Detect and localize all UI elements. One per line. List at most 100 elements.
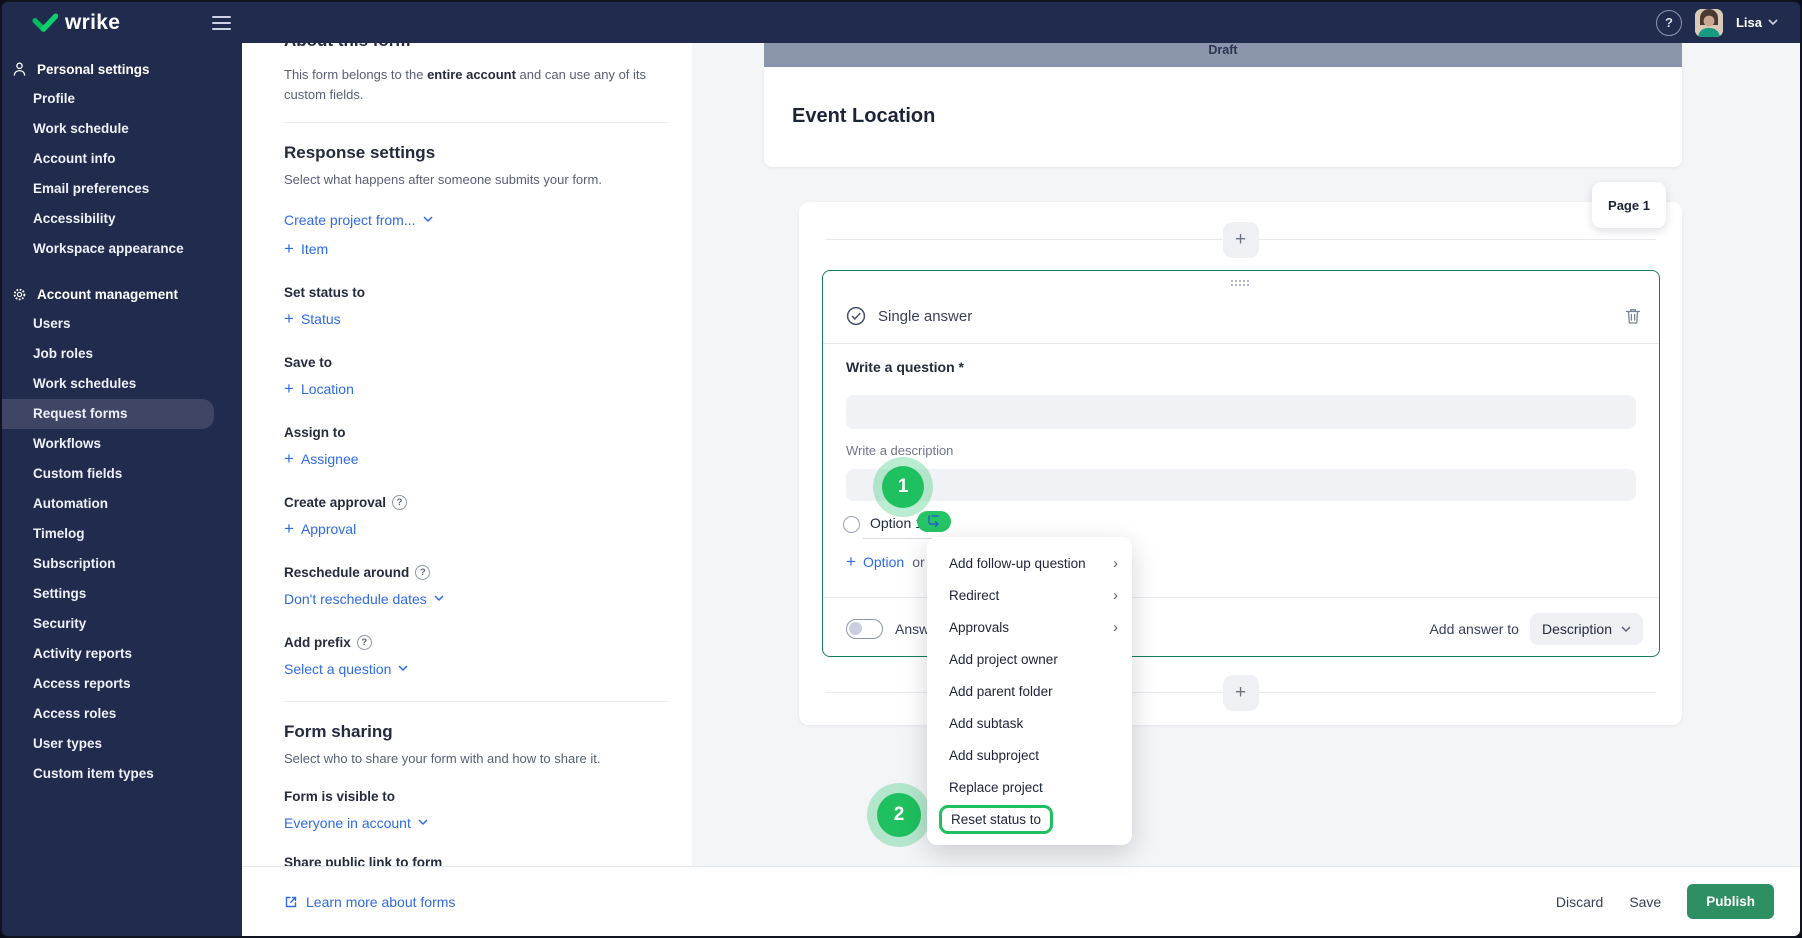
add-question-button-bottom[interactable]: +	[1222, 675, 1259, 711]
trash-icon[interactable]	[1625, 307, 1641, 325]
chevron-down-icon	[418, 819, 428, 826]
form-title[interactable]: Event Location	[792, 105, 935, 128]
external-link-icon	[285, 896, 297, 907]
sidebar-section-account-management[interactable]: Account management	[2, 280, 242, 309]
sidebar-item-work-schedules[interactable]: Work schedules	[2, 369, 242, 399]
chevron-down-icon	[1621, 625, 1631, 632]
user-name: Lisa	[1735, 15, 1762, 30]
add-assignee-link[interactable]: + Assignee	[284, 448, 359, 468]
add-option-link[interactable]: + Option	[846, 552, 904, 572]
sidebar-item-work-schedule[interactable]: Work schedule	[2, 114, 242, 144]
sidebar-section-personal-settings[interactable]: Personal settings	[2, 54, 242, 84]
draft-status-tab[interactable]: Draft	[764, 43, 1682, 67]
plus-icon: +	[284, 378, 294, 398]
menu-item-add-project-owner[interactable]: Add project owner	[927, 643, 1132, 675]
plus-icon: +	[284, 448, 294, 468]
hamburger-menu-icon[interactable]	[212, 16, 231, 30]
chevron-down-icon	[398, 665, 408, 672]
help-icon[interactable]: ?	[356, 634, 372, 650]
help-icon[interactable]: ?	[1655, 9, 1682, 36]
visible-to-dropdown[interactable]: Everyone in account	[284, 815, 428, 831]
discard-button[interactable]: Discard	[1556, 894, 1603, 910]
help-icon[interactable]: ?	[392, 494, 408, 510]
sidebar-item-job-roles[interactable]: Job roles	[2, 339, 242, 369]
page-tab[interactable]: Page 1	[1592, 182, 1666, 228]
add-answer-to-label: Add answer to	[1429, 621, 1519, 637]
sidebar-item-accessibility[interactable]: Accessibility	[2, 204, 242, 234]
add-status-link[interactable]: + Status	[284, 308, 341, 328]
menu-item-replace-project[interactable]: Replace project	[927, 771, 1132, 803]
sidebar-item-workspace-appearance[interactable]: Workspace appearance	[2, 234, 242, 264]
gear-icon	[11, 287, 28, 302]
sidebar-item-security[interactable]: Security	[2, 609, 242, 639]
sidebar-item-users[interactable]: Users	[2, 309, 242, 339]
save-to-label: Save to	[284, 354, 333, 370]
menu-item-redirect[interactable]: Redirect ›	[927, 579, 1132, 611]
divider	[284, 700, 668, 702]
sidebar-item-user-types[interactable]: User types	[2, 729, 242, 759]
menu-item-reset-status-to[interactable]: Reset status to	[927, 803, 1132, 835]
question-field-label: Write a question *	[846, 359, 964, 375]
sidebar-item-access-reports[interactable]: Access reports	[2, 669, 242, 699]
sidebar-item-workflows[interactable]: Workflows	[2, 429, 242, 459]
answers-required-toggle[interactable]	[846, 619, 883, 639]
learn-more-link[interactable]: Learn more about forms	[284, 894, 455, 910]
drag-handle-icon[interactable]	[1231, 280, 1251, 288]
option-branch-button[interactable]	[917, 511, 951, 532]
avatar[interactable]	[1694, 8, 1723, 37]
menu-item-add-subtask[interactable]: Add subtask	[927, 707, 1132, 739]
follow-up-arrows-icon	[927, 515, 939, 527]
menu-item-add-parent-folder[interactable]: Add parent folder	[927, 675, 1132, 707]
create-project-from-dropdown[interactable]: Create project from...	[284, 212, 433, 228]
menu-item-add-subproject[interactable]: Add subproject	[927, 739, 1132, 771]
sidebar-item-email-preferences[interactable]: Email preferences	[2, 174, 242, 204]
add-location-link[interactable]: + Location	[284, 378, 354, 398]
option-radio[interactable]	[843, 516, 860, 533]
answer-target-dropdown[interactable]: Description	[1529, 613, 1643, 645]
form-sharing-title: Form sharing	[284, 721, 393, 741]
question-input[interactable]	[846, 395, 1636, 429]
form-title-card[interactable]: Event Location	[764, 67, 1682, 167]
user-menu[interactable]: Lisa	[1736, 15, 1778, 30]
plus-icon: +	[284, 308, 294, 328]
sidebar-item-settings[interactable]: Settings	[2, 579, 242, 609]
sidebar-item-profile[interactable]: Profile	[2, 84, 242, 114]
publish-button[interactable]: Publish	[1687, 884, 1774, 919]
description-input[interactable]	[846, 469, 1636, 501]
add-item-link[interactable]: + Item	[284, 238, 328, 258]
settings-sidebar: Personal settings Profile Work schedule …	[2, 2, 242, 936]
divider	[823, 343, 1659, 344]
add-prefix-label: Add prefix?	[284, 634, 668, 650]
response-settings-title: Response settings	[284, 143, 436, 162]
menu-item-add-follow-up-question[interactable]: Add follow-up question ›	[927, 547, 1132, 579]
option-label[interactable]: Option 1	[870, 515, 923, 531]
sidebar-item-subscription[interactable]: Subscription	[2, 549, 242, 579]
step-badge-2: 2	[867, 783, 931, 847]
form-visible-to-label: Form is visible to	[284, 788, 396, 804]
chevron-down-icon	[434, 595, 444, 602]
wrike-logo[interactable]: wrike	[32, 11, 120, 35]
reschedule-around-label: Reschedule around?	[284, 564, 668, 580]
sidebar-item-automation[interactable]: Automation	[2, 489, 242, 519]
sidebar-item-request-forms[interactable]: Request forms	[2, 399, 214, 429]
sidebar-item-activity-reports[interactable]: Activity reports	[2, 639, 242, 669]
select-question-dropdown[interactable]: Select a question	[284, 661, 408, 677]
brand-name: wrike	[65, 10, 121, 34]
sidebar-item-custom-item-types[interactable]: Custom item types	[2, 759, 242, 789]
form-preview-canvas: Draft Event Location Page 1 + Single ans…	[692, 43, 1800, 866]
response-settings-subtitle: Select what happens after someone submit…	[284, 172, 602, 187]
footer-bar: Learn more about forms Discard Save Publ…	[242, 866, 1800, 936]
sidebar-item-custom-fields[interactable]: Custom fields	[2, 459, 242, 489]
add-question-button-top[interactable]: +	[1222, 222, 1259, 258]
step-badge-1: 1	[873, 457, 933, 517]
sidebar-item-account-info[interactable]: Account info	[2, 144, 242, 174]
sidebar-item-timelog[interactable]: Timelog	[2, 519, 242, 549]
menu-item-approvals[interactable]: Approvals ›	[927, 611, 1132, 643]
assign-to-label: Assign to	[284, 424, 346, 440]
reschedule-dropdown[interactable]: Don't reschedule dates	[284, 591, 444, 607]
save-button[interactable]: Save	[1629, 894, 1661, 910]
help-icon[interactable]: ?	[415, 564, 431, 580]
add-approval-link[interactable]: + Approval	[284, 520, 356, 537]
sidebar-item-access-roles[interactable]: Access roles	[2, 699, 242, 729]
plus-icon: +	[284, 238, 294, 258]
